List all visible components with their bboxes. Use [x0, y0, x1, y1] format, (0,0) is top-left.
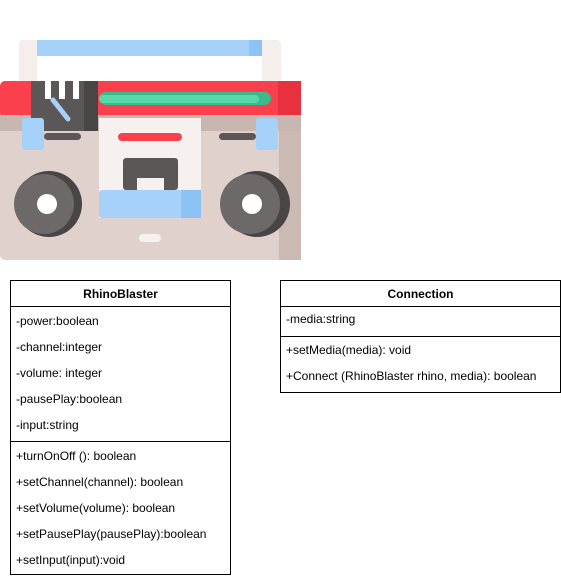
attribute: -volume: integer [16, 366, 103, 380]
operation: +setChannel(channel): boolean [16, 475, 184, 489]
operations-section: +turnOnOff (): boolean +setChannel(chann… [11, 442, 230, 579]
attributes-section: -media:string [281, 307, 560, 337]
cassette-red-bar [118, 133, 182, 141]
operation: +turnOnOff (): boolean [16, 449, 137, 463]
handle-inner [37, 56, 262, 81]
operation: +setVolume(volume): boolean [16, 501, 176, 515]
boombox-icon [0, 40, 301, 260]
bottom-pill [139, 234, 161, 242]
operations-section: +setMedia(media): void +Connect (RhinoBl… [281, 337, 560, 395]
side-button-left [22, 118, 44, 150]
class-title: RhinoBlaster [11, 281, 230, 307]
top-band-right [278, 81, 301, 118]
speaker-left-cone [37, 194, 57, 214]
operation: +Connect (RhinoBlaster rhino, media): bo… [286, 369, 537, 383]
operation: +setPausePlay(pausePlay):boolean [16, 527, 207, 541]
attribute: -power:boolean [16, 314, 99, 328]
cassette-blue-shade [181, 190, 201, 218]
grille-bar-3 [73, 81, 79, 99]
class-connection[interactable]: Connection -media:string +setMedia(media… [280, 280, 561, 393]
slit-left [44, 133, 81, 140]
slit-right [219, 133, 256, 140]
operation: +setMedia(media): void [286, 343, 412, 357]
tuner-highlight [99, 95, 259, 103]
attribute: -pausePlay:boolean [16, 392, 123, 406]
handle-window-shade [249, 40, 262, 56]
handle-window [37, 40, 262, 56]
class-title: Connection [281, 281, 560, 307]
grille-bar-1 [45, 81, 51, 99]
speaker-right-cone [242, 194, 262, 214]
attribute: -media:string [286, 312, 356, 326]
attribute: -input:string [16, 418, 79, 432]
grille-bar-2 [59, 81, 65, 99]
class-rhinoblaster[interactable]: RhinoBlaster -power:boolean -channel:int… [10, 280, 231, 575]
attribute: -channel:integer [16, 340, 103, 354]
attributes-section: -power:boolean -channel:integer -volume:… [11, 307, 230, 442]
grille-shade [84, 81, 98, 131]
operation: +setInput(input):void [16, 553, 126, 567]
side-button-right [256, 118, 278, 150]
cassette-notch [137, 178, 164, 190]
